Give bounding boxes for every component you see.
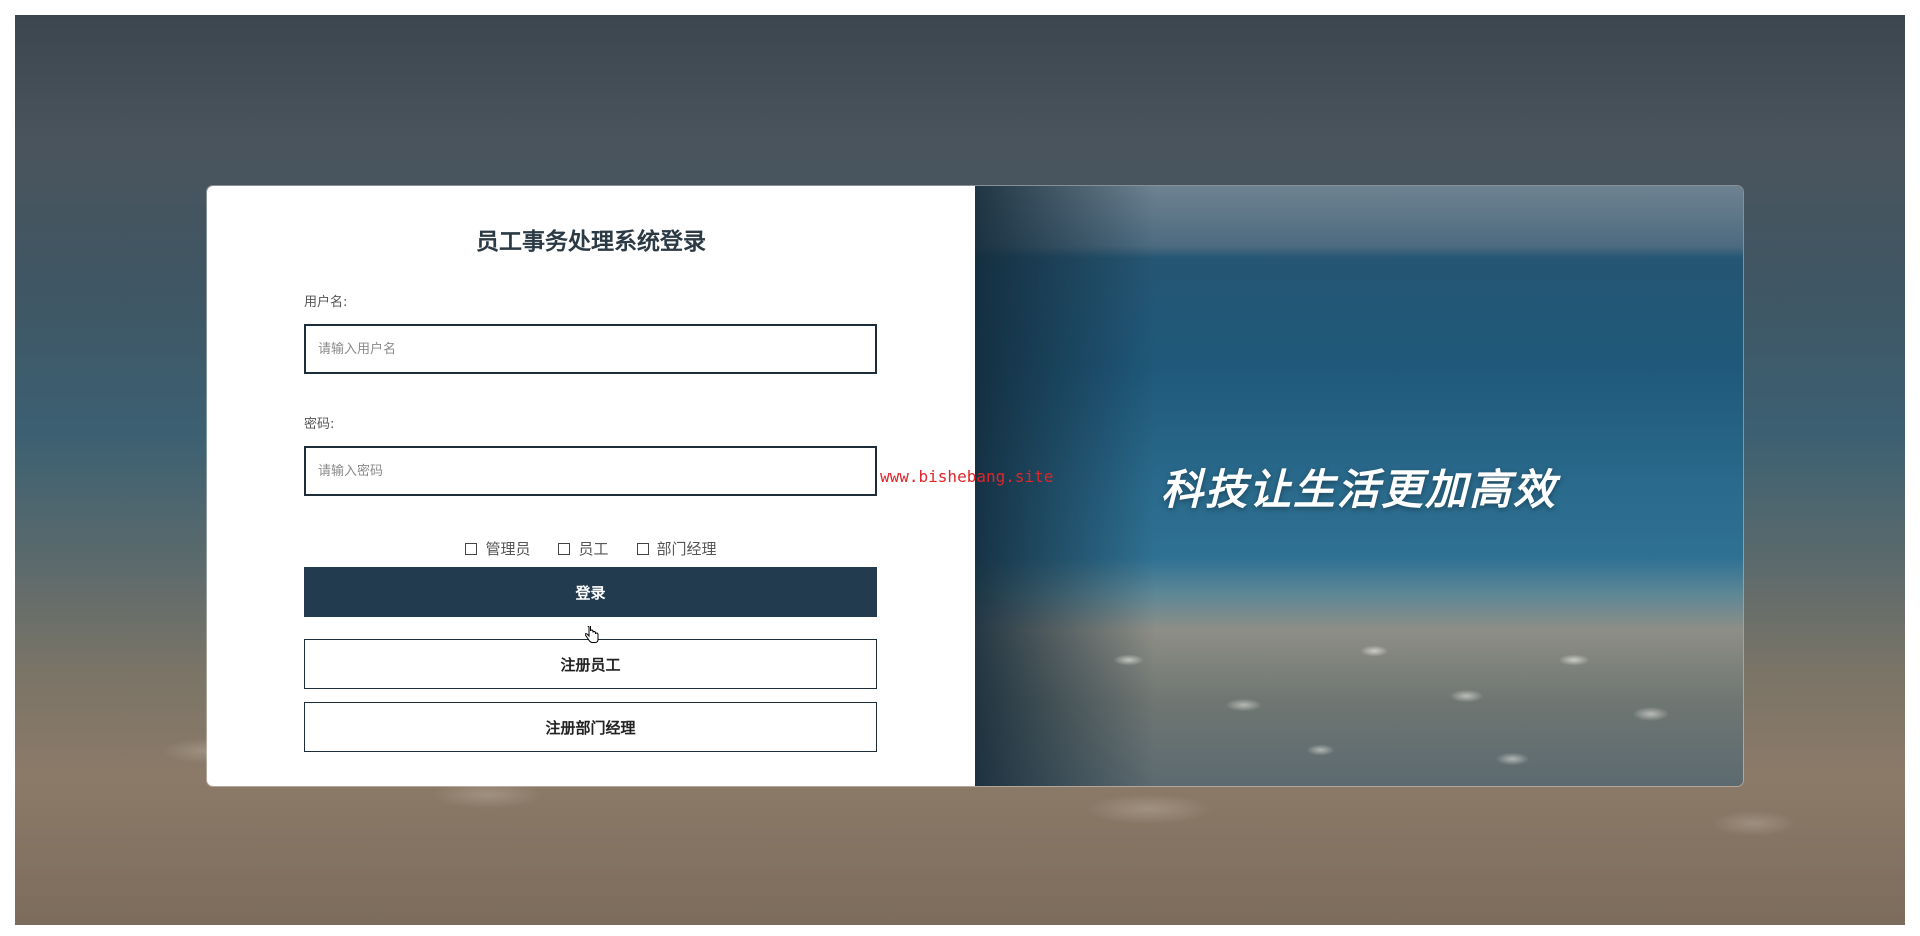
role-employee-checkbox[interactable]: 员工 (558, 538, 609, 559)
password-label: 密码: (304, 417, 335, 432)
site-watermark: www.bishebang.site (880, 467, 1054, 486)
login-card: 员工事务处理系统登录 用户名: 密码: 管理员 员工 部门经理 登 (207, 186, 1743, 786)
page-title: 员工事务处理系统登录 (476, 229, 706, 255)
register-manager-button[interactable]: 注册部门经理 (304, 702, 877, 752)
login-button[interactable]: 登录 (304, 567, 877, 617)
checkbox-icon[interactable] (465, 542, 478, 555)
role-admin-checkbox[interactable]: 管理员 (465, 538, 530, 559)
password-input[interactable] (304, 446, 877, 496)
username-input[interactable] (304, 324, 877, 374)
role-manager-checkbox[interactable]: 部门经理 (636, 538, 717, 559)
username-label: 用户名: (304, 295, 348, 310)
role-manager-label: 部门经理 (656, 540, 717, 558)
role-admin-label: 管理员 (485, 540, 531, 558)
role-selector: 管理员 员工 部门经理 (207, 538, 975, 559)
hand-cursor-icon (585, 626, 599, 643)
banner-slogan: 科技让生活更加高效 (1160, 465, 1557, 514)
checkbox-icon[interactable] (558, 542, 571, 555)
banner-image-panel: 科技让生活更加高效 (975, 186, 1743, 786)
register-employee-button[interactable]: 注册员工 (304, 639, 877, 689)
checkbox-icon[interactable] (636, 542, 649, 555)
login-form-panel: 员工事务处理系统登录 用户名: 密码: 管理员 员工 部门经理 登 (207, 186, 975, 786)
role-employee-label: 员工 (578, 540, 609, 558)
